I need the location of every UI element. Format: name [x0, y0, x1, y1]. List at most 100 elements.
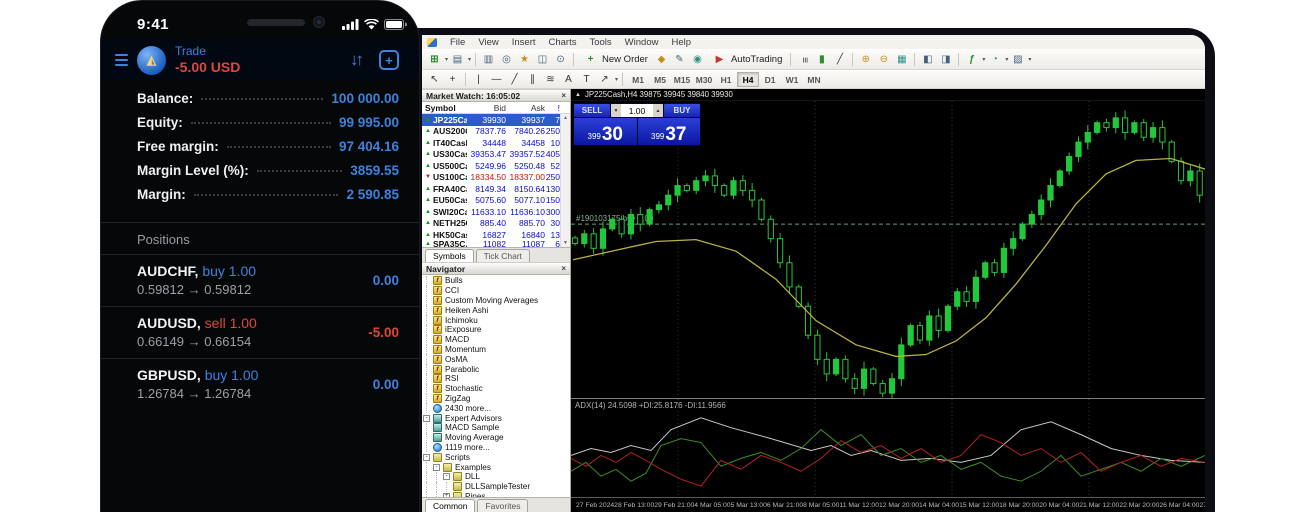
- sell-price[interactable]: 399 30: [574, 118, 637, 145]
- vertical-line-icon[interactable]: |: [470, 71, 487, 88]
- strategy-tester-icon[interactable]: ⊙: [552, 51, 569, 68]
- market-watch-row[interactable]: ▼US100Cash18334.5018337.00250: [422, 172, 570, 184]
- market-watch-row[interactable]: ▲SWI20Cash11633.1011636.10300: [422, 206, 570, 218]
- market-watch-row[interactable]: ▲NETH25C...885.40885.7030: [422, 218, 570, 230]
- timeframe-h1[interactable]: H1: [715, 72, 737, 87]
- scroll-down-icon[interactable]: ▼: [563, 240, 568, 246]
- chart-title-bar[interactable]: ▲ JP225Cash,H4 39875 39945 39840 39930: [571, 89, 1205, 101]
- menu-item-charts[interactable]: Charts: [549, 37, 577, 48]
- market-watch-row[interactable]: ▲AUS200C...7837.767840.26250: [422, 126, 570, 138]
- buy-price[interactable]: 399 37: [638, 118, 701, 145]
- line-chart-icon[interactable]: ╱: [831, 51, 848, 68]
- navigator-item[interactable]: Moving Average: [422, 433, 570, 443]
- navigator-item[interactable]: fIchimoku: [422, 315, 570, 325]
- navigator-item[interactable]: fParabolic: [422, 364, 570, 374]
- navigator-item[interactable]: MACD Sample: [422, 423, 570, 433]
- timeframe-d1[interactable]: D1: [759, 72, 781, 87]
- close-icon[interactable]: ×: [561, 91, 566, 100]
- navigator-item[interactable]: fRSI: [422, 374, 570, 384]
- position-row[interactable]: GBPUSD, buy 1.001.26784 → 1.267840.00: [101, 358, 419, 410]
- timeframe-w1[interactable]: W1: [781, 72, 803, 87]
- metaeditor-icon[interactable]: ✎: [671, 51, 688, 68]
- arrange-horizontal-icon[interactable]: ◧: [919, 51, 936, 68]
- navigator-item[interactable]: 1119 more...: [422, 443, 570, 453]
- market-watch-row[interactable]: ▲FRA40Cash8149.348150.64130: [422, 183, 570, 195]
- close-icon[interactable]: ×: [561, 264, 566, 273]
- terminal-icon[interactable]: ◫: [534, 51, 551, 68]
- indicators-icon[interactable]: ƒ: [963, 51, 980, 68]
- timeframe-m1[interactable]: M1: [627, 72, 649, 87]
- menu-item-view[interactable]: View: [478, 37, 498, 48]
- timeframe-m30[interactable]: M30: [693, 72, 715, 87]
- templates-icon[interactable]: ▨: [1009, 51, 1026, 68]
- zoom-in-icon[interactable]: ⊕: [857, 51, 874, 68]
- volume-increase-icon[interactable]: ▲: [653, 104, 663, 117]
- scroll-up-icon[interactable]: ▲: [563, 115, 568, 121]
- market-watch-row[interactable]: ▲EU50Cash5075.605077.10150: [422, 195, 570, 207]
- volume-stepper[interactable]: ▼ 1.00 ▲: [611, 104, 663, 117]
- tree-expander-icon[interactable]: -: [423, 454, 430, 461]
- community-icon[interactable]: ◉: [689, 51, 706, 68]
- new-chart-icon[interactable]: ⊞: [426, 51, 443, 68]
- navigator-item[interactable]: fiExposure: [422, 325, 570, 335]
- arrows-tool-icon[interactable]: ↗: [596, 71, 613, 88]
- chevron-down-icon[interactable]: ▾: [468, 56, 471, 63]
- navigator-item[interactable]: fZigZag: [422, 394, 570, 404]
- sort-transfer-icon[interactable]: ↓↑: [350, 50, 361, 70]
- navigator-item[interactable]: fBulls: [422, 276, 570, 286]
- market-watch-scrollbar[interactable]: ▲ ▼: [560, 114, 570, 247]
- chevron-down-icon[interactable]: ▾: [615, 76, 618, 83]
- navigator-item[interactable]: fHeiken Ashi: [422, 305, 570, 315]
- market-watch-row[interactable]: ▲US30Cash39353.4739357.52405: [422, 149, 570, 161]
- volume-value[interactable]: 1.00: [621, 104, 653, 117]
- crosshair-icon[interactable]: +: [444, 71, 461, 88]
- label-tool-icon[interactable]: T: [578, 71, 595, 88]
- adx-indicator-area[interactable]: ADX(14) 24.5098 +DI:25.8176 -DI:11.9566: [571, 398, 1205, 497]
- navigator-item[interactable]: fOsMA: [422, 354, 570, 364]
- navigator-item[interactable]: fCCI: [422, 286, 570, 296]
- market-watch-row[interactable]: ▲HK50Cash168271684013: [422, 229, 570, 241]
- market-watch-row[interactable]: ▲SPA35C...11082110876: [422, 241, 570, 247]
- tab-tick-chart[interactable]: Tick Chart: [476, 249, 530, 262]
- navigator-item[interactable]: -DLL: [422, 472, 570, 482]
- navigator-item[interactable]: -Examples: [422, 462, 570, 472]
- timeframe-mn[interactable]: MN: [803, 72, 825, 87]
- market-watch-row[interactable]: ▲US500Cash5249.965250.4852: [422, 160, 570, 172]
- chevron-down-icon[interactable]: ▾: [1005, 56, 1008, 63]
- horizontal-line-icon[interactable]: —: [488, 71, 505, 88]
- tab-common[interactable]: Common: [425, 499, 475, 512]
- menu-item-help[interactable]: Help: [671, 37, 691, 48]
- volume-decrease-icon[interactable]: ▼: [611, 104, 621, 117]
- tree-expander-icon[interactable]: -: [443, 473, 450, 480]
- tab-favorites[interactable]: Favorites: [477, 499, 528, 512]
- zoom-out-icon[interactable]: ⊖: [875, 51, 892, 68]
- text-tool-icon[interactable]: A: [560, 71, 577, 88]
- menu-item-tools[interactable]: Tools: [589, 37, 611, 48]
- market-watch-row[interactable]: ▲IT40Cash344483445810: [422, 137, 570, 149]
- navigator-item[interactable]: fCustom Moving Averages: [422, 296, 570, 306]
- new-order-button[interactable]: + New Order: [578, 51, 652, 68]
- new-order-icon[interactable]: +: [379, 50, 399, 70]
- position-row[interactable]: AUDUSD, sell 1.000.66149 → 0.66154-5.00: [101, 306, 419, 358]
- chart-collapse-icon[interactable]: ▲: [575, 92, 581, 98]
- tile-windows-icon[interactable]: ▦: [893, 51, 910, 68]
- navigator-header[interactable]: Navigator ×: [422, 262, 570, 275]
- chevron-down-icon[interactable]: ▾: [445, 56, 448, 63]
- price-chart-area[interactable]: #190103175 buy 1.00 SELL ▼ 1.00 ▲ BUY: [571, 101, 1205, 398]
- navigator-icon[interactable]: ★: [516, 51, 533, 68]
- trendline-icon[interactable]: ╱: [506, 71, 523, 88]
- navigator-item[interactable]: fMACD: [422, 335, 570, 345]
- market-watch-header[interactable]: Market Watch: 16:05:02 ×: [422, 89, 570, 102]
- position-row[interactable]: AUDCHF, buy 1.000.59812 → 0.598120.00: [101, 254, 419, 306]
- tab-symbols[interactable]: Symbols: [425, 249, 474, 262]
- data-window-icon[interactable]: ◎: [498, 51, 515, 68]
- tree-expander-icon[interactable]: -: [423, 415, 430, 422]
- cursor-icon[interactable]: ↖: [426, 71, 443, 88]
- menu-item-insert[interactable]: Insert: [512, 37, 536, 48]
- buy-button[interactable]: BUY: [664, 104, 700, 117]
- fibonacci-icon[interactable]: ≋: [542, 71, 559, 88]
- menu-item-window[interactable]: Window: [625, 37, 659, 48]
- menu-icon[interactable]: [115, 54, 128, 66]
- chevron-down-icon[interactable]: ▾: [982, 56, 985, 63]
- channel-icon[interactable]: ∥: [524, 71, 541, 88]
